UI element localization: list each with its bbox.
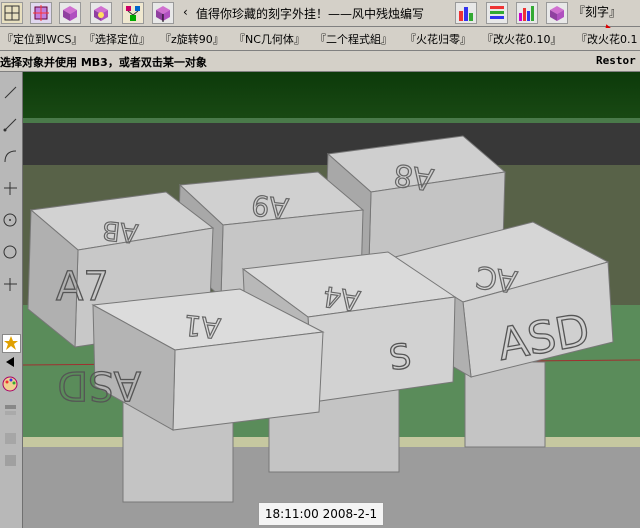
- macro-button-two-programs[interactable]: 『二个程式組』: [315, 31, 392, 47]
- macro-button-nc-geometry[interactable]: 『NC几何体』: [234, 31, 305, 47]
- timestamp-label: 18:11:00 2008-2-1: [258, 502, 384, 526]
- background-band-top: [23, 72, 640, 122]
- circle-tool-icon[interactable]: [2, 212, 19, 229]
- tree-icon-glyph: [126, 6, 140, 21]
- cube-icon[interactable]: [152, 2, 174, 24]
- layer-icon[interactable]: [2, 430, 19, 447]
- cube-icon-glyph: [156, 6, 170, 22]
- engraved-text-a1: A1: [182, 308, 222, 345]
- histogram-icon[interactable]: [455, 2, 477, 24]
- model-canvas: A8 A9 AB A7 AC ASD A4 S A1 ASD: [23, 72, 640, 528]
- engraved-text-asd-mirrored: ASD: [57, 362, 141, 408]
- prompt-bar: 选择对象并使用 MB3，或者双击某一对象 Restor: [0, 51, 640, 72]
- line-tool-icon[interactable]: [2, 116, 19, 133]
- box-icon[interactable]: [30, 2, 52, 24]
- macro-button-spark-zero[interactable]: 『火花归零』: [405, 31, 471, 47]
- graphics-viewport[interactable]: A8 A9 AB A7 AC ASD A4 S A1 ASD: [23, 72, 640, 528]
- cube-icon-glyph: [63, 6, 77, 21]
- macro-button-spark-01[interactable]: 『改火花0.1: [576, 31, 638, 47]
- left-toolbar: [0, 72, 23, 528]
- overflow-glyph: ‹: [183, 5, 188, 19]
- layer-icon[interactable]: [2, 402, 19, 419]
- cube-icon[interactable]: [90, 2, 112, 24]
- bar-chart-icon[interactable]: [516, 2, 538, 24]
- line-tool-icon[interactable]: [2, 84, 19, 101]
- engraved-text-a9: A9: [250, 188, 290, 225]
- macro-toolbar: 『定位到WCS』 『选择定位』 『z旋转90』 『NC几何体』 『二个程式組』 …: [0, 28, 640, 51]
- histogram-icon-glyph: [459, 7, 473, 21]
- arc-tool-icon[interactable]: [2, 148, 19, 165]
- carve-text-button[interactable]: 『刻字』: [573, 3, 621, 20]
- background-band: [23, 118, 640, 123]
- box-icon[interactable]: [59, 2, 81, 24]
- bar-chart-icon-glyph: [519, 6, 534, 21]
- engraved-text-ac: AC: [474, 258, 519, 298]
- engraved-text-a4: A4: [321, 279, 362, 317]
- tree-icon[interactable]: [122, 2, 144, 24]
- main-toolbar: ‹ 值得你珍藏的刻字外挂！——风中残烛编写 『刻字』: [0, 0, 640, 36]
- marquee-text: 值得你珍藏的刻字外挂！——风中残烛编写: [196, 7, 425, 21]
- engraved-text-ab: AB: [101, 214, 140, 248]
- box-icon-glyph: [33, 5, 49, 21]
- star-tool-icon[interactable]: [2, 334, 21, 353]
- macro-button-spark-010[interactable]: 『改火花0.10』: [482, 31, 562, 47]
- circle-tool-icon[interactable]: [2, 244, 19, 261]
- point-tool-icon[interactable]: [2, 180, 19, 197]
- lines-icon-glyph: [490, 6, 504, 19]
- cube-icon-glyph: [94, 6, 108, 21]
- lines-icon[interactable]: [486, 2, 508, 24]
- crosshair-tool-icon[interactable]: [2, 276, 19, 293]
- macro-button-wcs[interactable]: 『定位到WCS』: [2, 31, 83, 47]
- grid-icon[interactable]: [1, 2, 23, 24]
- engraved-text-a8: A8: [392, 156, 436, 196]
- macro-button-z-rotate[interactable]: 『z旋转90』: [160, 31, 224, 47]
- restore-button[interactable]: Restor: [596, 54, 636, 67]
- engraved-text-a7: A7: [56, 264, 109, 310]
- expand-arrow-icon[interactable]: [2, 354, 19, 371]
- layer-icon[interactable]: [2, 452, 19, 469]
- cube-icon-glyph: [550, 6, 564, 21]
- grid-icon-glyph: [4, 5, 20, 21]
- cube-icon[interactable]: [546, 2, 568, 24]
- macro-button-select-position[interactable]: 『选择定位』: [84, 31, 150, 47]
- palette-icon[interactable]: [2, 376, 19, 393]
- prompt-text: 选择对象并使用 MB3，或者双击某一对象: [0, 56, 207, 69]
